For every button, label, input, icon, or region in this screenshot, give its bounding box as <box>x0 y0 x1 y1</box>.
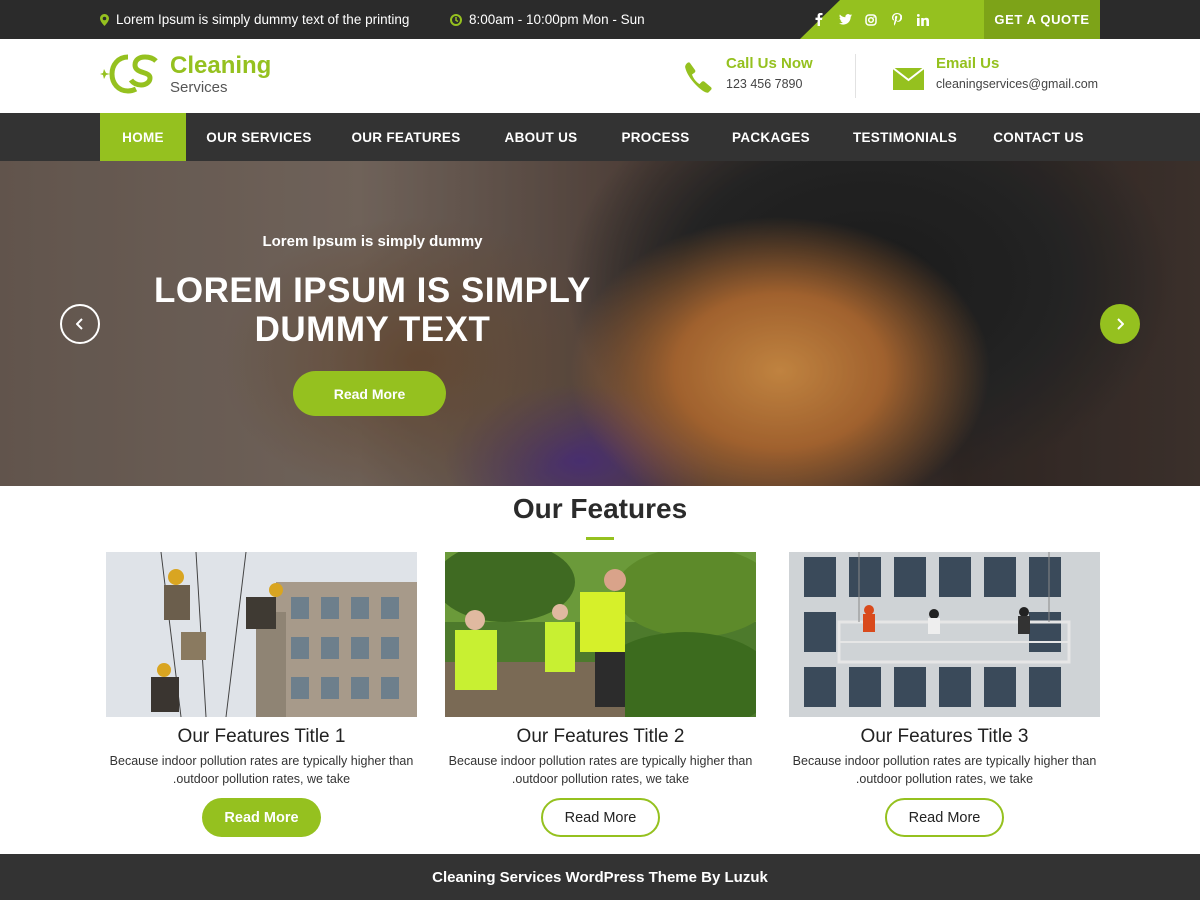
email-address[interactable]: cleaningservices@gmail.com <box>936 77 1098 91</box>
logo-title: Cleaning <box>170 51 272 79</box>
clock-icon <box>450 13 462 26</box>
instagram-icon[interactable] <box>864 13 878 27</box>
nav-item-our-features[interactable]: OUR FEATURES <box>332 113 480 161</box>
facebook-icon[interactable] <box>812 13 826 27</box>
features-heading: Our Features <box>512 493 688 524</box>
hero-subtitle: Lorem Ipsum is simply dummy <box>262 233 483 250</box>
feature-description: Because indoor pollution rates are typic… <box>445 752 756 788</box>
site-logo[interactable]: Cleaning Services <box>100 51 271 97</box>
feature-image-window-cleaning-platform <box>789 552 1100 717</box>
envelope-icon <box>893 68 924 90</box>
get-a-quote-button[interactable]: GET A QUOTE <box>984 0 1100 39</box>
nav-item-about-us[interactable]: ABOUT US <box>480 113 602 161</box>
feature-title: Our Features Title 2 <box>516 726 685 747</box>
pinterest-icon[interactable] <box>890 13 904 27</box>
feature-description: Because indoor pollution rates are typic… <box>789 752 1100 788</box>
topbar-address: Lorem Ipsum is simply dummy text of the … <box>100 0 409 39</box>
chevron-right-icon <box>1117 318 1124 330</box>
phone-icon <box>685 62 712 93</box>
call-us-title: Call Us Now <box>726 55 813 72</box>
feature-description-line-1: Because indoor pollution rates are typic… <box>792 754 1097 768</box>
email-us-title: Email Us <box>936 55 1000 72</box>
hero-title: LOREM IPSUM IS SIMPLY DUMMY TEXT <box>0 271 745 349</box>
slider-next-button[interactable] <box>1100 304 1140 344</box>
feature-description: Because indoor pollution rates are typic… <box>106 752 417 788</box>
header-divider <box>855 54 856 98</box>
feature-title: Our Features Title 1 <box>177 726 346 747</box>
feature-card: Our Features Title 2 Because indoor poll… <box>445 552 756 837</box>
email-us-block: Email Us cleaningservices@gmail.com <box>893 55 1098 91</box>
topbar-hours-text: 8:00am - 10:00pm Mon - Sun <box>469 12 645 27</box>
linkedin-icon[interactable] <box>916 13 930 27</box>
feature-description-line-2: .outdoor pollution rates, we take <box>511 772 690 786</box>
feature-card: Our Features Title 3 Because indoor poll… <box>789 552 1100 837</box>
nav-item-process[interactable]: PROCESS <box>602 113 709 161</box>
footer-credit[interactable]: Cleaning Services WordPress Theme By Luz… <box>432 869 768 886</box>
hero-title-line-2: DUMMY TEXT <box>254 310 491 349</box>
hero-read-more-button[interactable]: Read More <box>293 371 446 416</box>
call-us-block: Call Us Now 123 456 7890 <box>684 55 813 93</box>
feature-description-line-1: Because indoor pollution rates are typic… <box>448 754 753 768</box>
feature-description-line-2: .outdoor pollution rates, we take <box>172 772 351 786</box>
feature-read-more-button[interactable]: Read More <box>202 798 321 837</box>
phone-number[interactable]: 123 456 7890 <box>726 77 813 91</box>
feature-card: Our Features Title 1 Because indoor poll… <box>106 552 417 837</box>
top-bar: Lorem Ipsum is simply dummy text of the … <box>0 0 1200 39</box>
feature-image-workers-on-building <box>106 552 417 717</box>
feature-title: Our Features Title 3 <box>860 726 1029 747</box>
nav-item-testimonials[interactable]: TESTIMONIALS <box>833 113 977 161</box>
site-header: Cleaning Services Call Us Now 123 456 78… <box>0 39 1200 113</box>
topbar-address-text: Lorem Ipsum is simply dummy text of the … <box>116 12 410 27</box>
topbar-hours: 8:00am - 10:00pm Mon - Sun <box>450 0 645 39</box>
feature-read-more-button[interactable]: Read More <box>541 798 660 837</box>
social-links <box>812 0 930 39</box>
heading-underline <box>586 537 614 540</box>
slider-prev-button[interactable] <box>60 304 100 344</box>
logo-subtitle: Services <box>170 78 228 96</box>
logo-mark-icon <box>100 54 158 94</box>
nav-item-our-services[interactable]: OUR SERVICES <box>186 113 332 161</box>
main-navigation: HOME OUR SERVICES OUR FEATURES ABOUT US … <box>0 113 1200 161</box>
nav-item-home[interactable]: HOME <box>100 113 186 161</box>
feature-description-line-1: Because indoor pollution rates are typic… <box>109 754 414 768</box>
feature-read-more-button[interactable]: Read More <box>885 798 1004 837</box>
chevron-left-icon <box>76 318 83 330</box>
nav-item-contact-us[interactable]: CONTACT US <box>977 113 1100 161</box>
nav-item-packages[interactable]: PACKAGES <box>709 113 833 161</box>
feature-description-line-2: .outdoor pollution rates, we take <box>855 772 1034 786</box>
hero-title-line-1: LOREM IPSUM IS SIMPLY <box>153 271 592 310</box>
hero-slider: Lorem Ipsum is simply dummy LOREM IPSUM … <box>0 161 1200 486</box>
site-footer: Cleaning Services WordPress Theme By Luz… <box>0 854 1200 900</box>
feature-image-volunteers-cleanup <box>445 552 756 717</box>
location-pin-icon <box>100 13 109 26</box>
twitter-icon[interactable] <box>838 13 852 27</box>
